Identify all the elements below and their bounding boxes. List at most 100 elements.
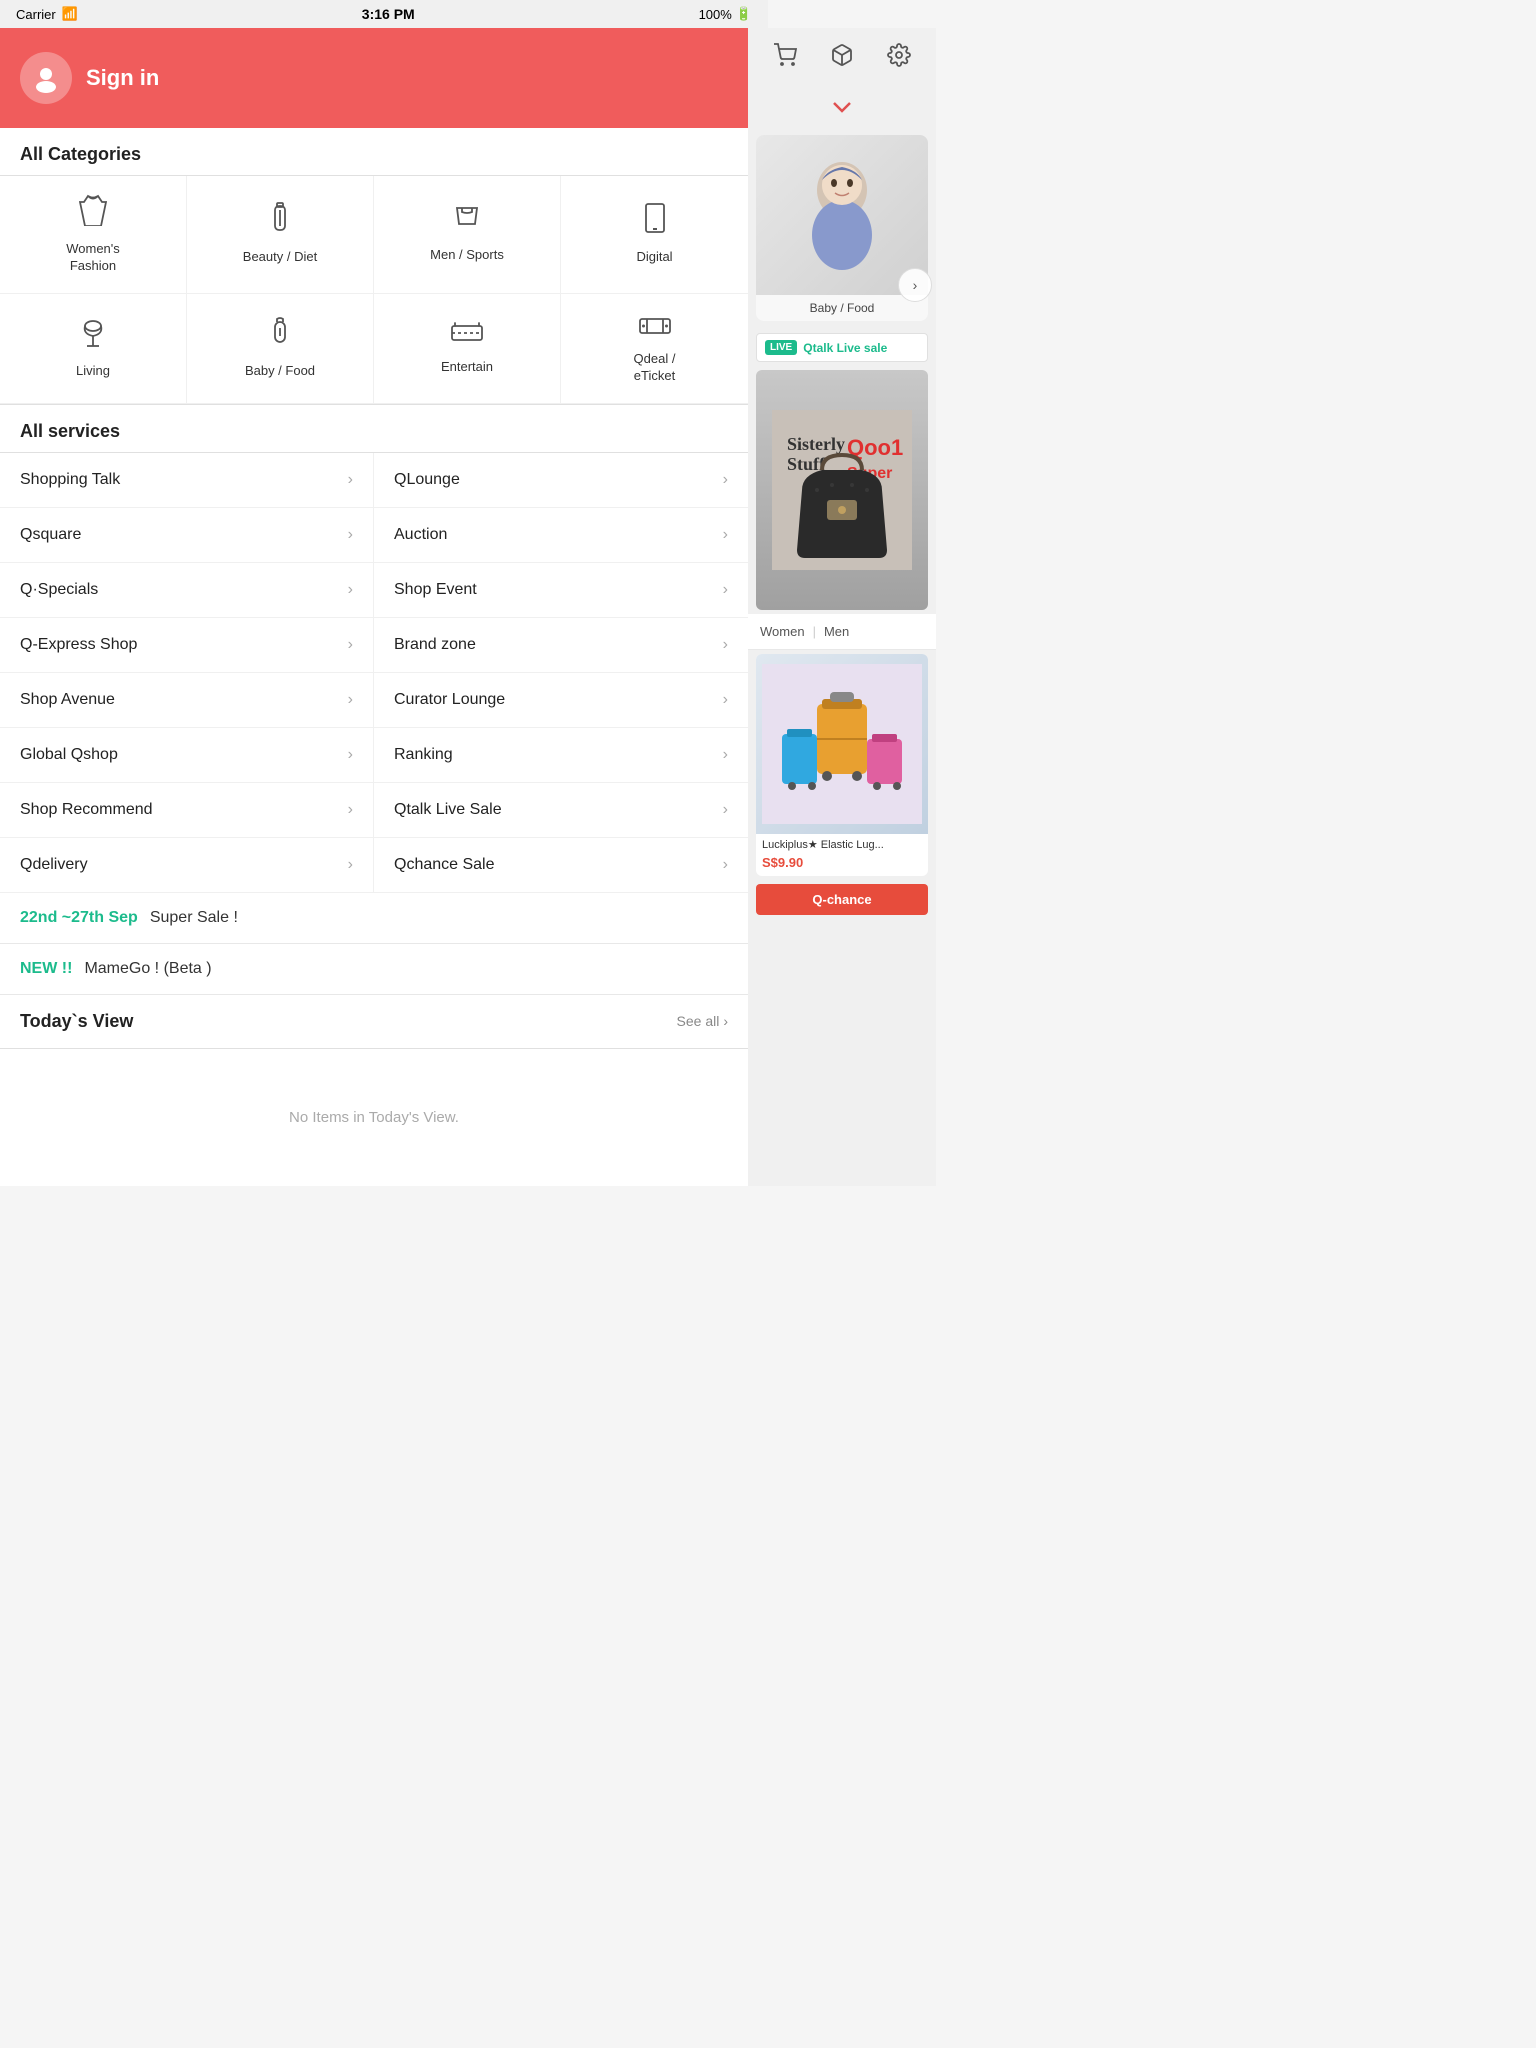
battery-label: 100% xyxy=(699,7,732,22)
service-qchance-sale[interactable]: Qchance Sale › xyxy=(374,838,748,893)
sale-promo-image: Sisterly Stuff Qoo1 Super xyxy=(756,370,928,610)
product-price-label: S$9.90 xyxy=(756,853,928,876)
chevron-icon: › xyxy=(723,636,728,654)
curator-lounge-label: Curator Lounge xyxy=(394,691,505,709)
sale-promo-card[interactable]: Sisterly Stuff Qoo1 Super xyxy=(756,370,928,610)
right-panel: Baby / Food LIVE Qtalk Live sale Sisterl… xyxy=(748,28,936,1186)
chevron-icon: › xyxy=(348,746,353,764)
chevron-icon: › xyxy=(723,746,728,764)
digital-icon xyxy=(644,202,666,241)
qdelivery-label: Qdelivery xyxy=(20,856,88,874)
avatar xyxy=(20,52,72,104)
see-all-label: See all xyxy=(677,1013,720,1029)
qsquare-label: Qsquare xyxy=(20,526,81,544)
men-sports-label: Men / Sports xyxy=(430,247,504,264)
see-all-link[interactable]: See all › xyxy=(677,1013,728,1029)
chevron-icon: › xyxy=(723,581,728,599)
living-label: Living xyxy=(76,363,110,380)
promo-mamego-banner[interactable]: NEW !! MameGo ! (Beta ) xyxy=(0,944,748,995)
chevron-icon: › xyxy=(348,526,353,544)
svg-text:Sisterly: Sisterly xyxy=(787,434,845,454)
see-all-chevron: › xyxy=(723,1013,728,1029)
beauty-diet-icon xyxy=(269,202,291,241)
chevron-icon: › xyxy=(723,691,728,709)
dropdown-chevron[interactable] xyxy=(748,88,936,127)
category-baby-food[interactable]: Baby / Food xyxy=(187,294,374,404)
service-ranking[interactable]: Ranking › xyxy=(374,728,748,783)
promo-date-label: 22nd ~27th Sep xyxy=(20,909,138,927)
service-qlounge[interactable]: QLounge › xyxy=(374,453,748,508)
services-grid: Shopping Talk › QLounge › Qsquare › Auct… xyxy=(0,453,748,893)
carousel-next-button[interactable]: › xyxy=(898,268,932,302)
box-icon[interactable] xyxy=(830,43,854,73)
service-shopping-talk[interactable]: Shopping Talk › xyxy=(0,453,374,508)
shop-avenue-label: Shop Avenue xyxy=(20,691,115,709)
todays-view-title: Today`s View xyxy=(20,1011,133,1032)
product-card-luggage[interactable]: Luckiplus★ Elastic Lug... S$9.90 xyxy=(756,654,928,876)
shopping-talk-label: Shopping Talk xyxy=(20,471,120,489)
status-bar: Carrier 📶 3:16 PM 100% 🔋 xyxy=(0,0,768,28)
category-digital[interactable]: Digital xyxy=(561,176,748,294)
status-right: 100% 🔋 xyxy=(699,6,752,22)
qdeal-icon xyxy=(639,312,671,343)
women-tab[interactable]: Women xyxy=(760,624,805,639)
category-beauty-diet[interactable]: Beauty / Diet xyxy=(187,176,374,294)
beauty-diet-label: Beauty / Diet xyxy=(243,249,317,266)
category-men-sports[interactable]: Men / Sports xyxy=(374,176,561,294)
chevron-icon: › xyxy=(348,801,353,819)
product-image xyxy=(756,654,928,834)
baby-food-label: Baby / Food xyxy=(245,363,315,380)
service-qdelivery[interactable]: Qdelivery › xyxy=(0,838,374,893)
service-global-qshop[interactable]: Global Qshop › xyxy=(0,728,374,783)
baby-food-image xyxy=(756,135,928,295)
qtalk-live-sale-label: Qtalk Live Sale xyxy=(394,801,502,819)
service-q-specials[interactable]: Q·Specials › xyxy=(0,563,374,618)
auction-label: Auction xyxy=(394,526,447,544)
entertain-icon xyxy=(451,320,483,351)
qtalk-live-banner[interactable]: LIVE Qtalk Live sale xyxy=(756,333,928,362)
chevron-icon: › xyxy=(723,801,728,819)
qtalk-banner-text: Qtalk Live sale xyxy=(803,341,887,355)
baby-food-label: Baby / Food xyxy=(756,295,928,321)
settings-icon[interactable] xyxy=(887,43,911,73)
baby-food-icon xyxy=(269,316,291,355)
men-tab[interactable]: Men xyxy=(824,624,849,639)
category-entertain[interactable]: Entertain xyxy=(374,294,561,404)
promo-new-badge: NEW !! xyxy=(20,960,72,978)
service-qtalk-live-sale[interactable]: Qtalk Live Sale › xyxy=(374,783,748,838)
qchance-bar[interactable]: Q-chance xyxy=(756,884,928,915)
category-qdeal[interactable]: Qdeal /eTicket xyxy=(561,294,748,404)
service-shop-avenue[interactable]: Shop Avenue › xyxy=(0,673,374,728)
service-shop-event[interactable]: Shop Event › xyxy=(374,563,748,618)
category-grid: Women'sFashion Beauty / Diet xyxy=(0,176,748,405)
digital-label: Digital xyxy=(636,249,672,266)
service-q-express-shop[interactable]: Q-Express Shop › xyxy=(0,618,374,673)
signin-button[interactable]: Sign in xyxy=(86,65,159,91)
q-specials-label: Q·Specials xyxy=(20,581,98,599)
chevron-icon: › xyxy=(348,581,353,599)
category-living[interactable]: Living xyxy=(0,294,187,404)
qdeal-label: Qdeal /eTicket xyxy=(634,351,676,385)
women-fashion-icon xyxy=(79,194,107,233)
shop-recommend-label: Shop Recommend xyxy=(20,801,153,819)
men-sports-icon xyxy=(453,204,481,239)
promo-sale-banner[interactable]: 22nd ~27th Sep Super Sale ! xyxy=(0,893,748,944)
right-panel-content: Baby / Food LIVE Qtalk Live sale Sisterl… xyxy=(748,127,936,919)
all-categories-title: All Categories xyxy=(0,128,748,176)
gender-tabs: Women | Men xyxy=(748,614,936,650)
service-brand-zone[interactable]: Brand zone › xyxy=(374,618,748,673)
service-shop-recommend[interactable]: Shop Recommend › xyxy=(0,783,374,838)
right-panel-icons xyxy=(748,28,936,88)
qchance-sale-label: Qchance Sale xyxy=(394,856,495,874)
left-panel: Sign in All Categories Women'sFashion xyxy=(0,28,748,1186)
service-curator-lounge[interactable]: Curator Lounge › xyxy=(374,673,748,728)
category-women-fashion[interactable]: Women'sFashion xyxy=(0,176,187,294)
wifi-icon: 📶 xyxy=(62,6,78,22)
ranking-label: Ranking xyxy=(394,746,453,764)
service-qsquare[interactable]: Qsquare › xyxy=(0,508,374,563)
cart-icon[interactable] xyxy=(773,43,797,73)
chevron-icon: › xyxy=(723,471,728,489)
shop-event-label: Shop Event xyxy=(394,581,477,599)
chevron-icon: › xyxy=(723,526,728,544)
service-auction[interactable]: Auction › xyxy=(374,508,748,563)
